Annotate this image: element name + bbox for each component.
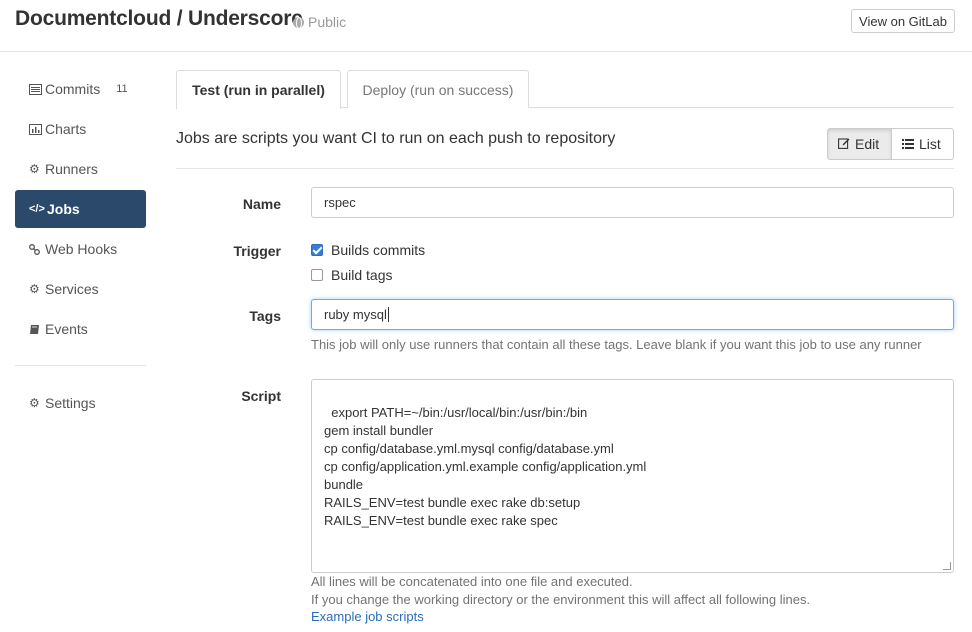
builds-commits-label[interactable]: Builds commits — [331, 242, 425, 258]
sidebar-item-events[interactable]: Events — [15, 310, 146, 348]
resize-handle[interactable] — [943, 562, 951, 570]
sidebar-item-label: Jobs — [47, 201, 80, 217]
link-icon — [29, 243, 45, 255]
globe-icon — [293, 16, 304, 29]
sidebar-item-commits[interactable]: Commits 11 — [15, 70, 146, 108]
sidebar-item-services[interactable]: ⚙ Services — [15, 270, 146, 308]
sidebar-item-label: Services — [45, 281, 99, 297]
book-icon — [29, 324, 45, 335]
list-icon — [902, 136, 914, 152]
view-toggle: Edit List — [827, 128, 954, 160]
bar-chart-icon — [29, 123, 45, 135]
list-label: List — [919, 136, 941, 152]
tags-value: ruby mysql — [324, 307, 387, 322]
sidebar-item-jobs[interactable]: </> Jobs — [15, 190, 146, 228]
sidebar-item-runners[interactable]: ⚙ Runners — [15, 150, 146, 188]
view-on-gitlab-button[interactable]: View on GitLab — [851, 9, 955, 33]
sidebar-item-label: Settings — [45, 395, 96, 411]
list-button[interactable]: List — [892, 128, 954, 160]
builds-commits-option[interactable]: Builds commits — [311, 242, 425, 258]
build-tags-label[interactable]: Build tags — [331, 267, 392, 283]
name-value: rspec — [324, 195, 356, 210]
build-tags-option[interactable]: Build tags — [311, 267, 392, 283]
sidebar-item-charts[interactable]: Charts — [15, 110, 146, 148]
text-caret — [387, 307, 389, 322]
gear-icon: ⚙ — [29, 282, 40, 296]
page-heading: Jobs are scripts you want CI to run on e… — [176, 130, 616, 147]
name-input[interactable]: rspec — [311, 187, 954, 218]
edit-label: Edit — [855, 136, 880, 152]
heading-divider — [176, 168, 954, 169]
commits-count: 11 — [116, 83, 128, 95]
tags-input[interactable]: ruby mysql — [311, 299, 954, 330]
tags-help-text: This job will only use runners that cont… — [311, 337, 922, 352]
script-textarea[interactable]: export PATH=~/bin:/usr/local/bin:/usr/bi… — [311, 379, 954, 573]
sidebar-item-web-hooks[interactable]: Web Hooks — [15, 230, 146, 268]
visibility-label: Public — [308, 14, 347, 30]
script-help-text-2: If you change the working directory or t… — [311, 592, 811, 607]
sidebar-item-label: Web Hooks — [45, 241, 118, 257]
script-help-text-1: All lines will be concatenated into one … — [311, 574, 633, 589]
sidebar-item-label: Charts — [45, 121, 87, 137]
script-label: Script — [241, 388, 281, 404]
tab-test[interactable]: Test (run in parallel) — [176, 70, 341, 109]
visibility-badge: Public — [293, 14, 346, 30]
list-icon — [29, 83, 45, 95]
edit-button[interactable]: Edit — [827, 128, 892, 160]
example-job-scripts-link[interactable]: Example job scripts — [311, 609, 424, 624]
name-label: Name — [242, 196, 281, 212]
page-header: Documentcloud / Underscore Public View o… — [0, 0, 972, 52]
gears-icon: ⚙ — [29, 396, 40, 410]
script-value: export PATH=~/bin:/usr/local/bin:/usr/bi… — [324, 405, 647, 528]
builds-commits-checkbox[interactable] — [311, 244, 323, 256]
sidebar-item-settings[interactable]: ⚙ Settings — [15, 384, 146, 422]
job-type-tabs: Test (run in parallel) Deploy (run on su… — [176, 70, 954, 109]
tags-label: Tags — [249, 308, 281, 324]
tab-deploy[interactable]: Deploy (run on success) — [347, 70, 529, 108]
sidebar-item-label: Runners — [45, 161, 98, 177]
sidebar-item-label: Commits — [45, 81, 101, 97]
gear-icon: ⚙ — [29, 162, 40, 176]
trigger-label: Trigger — [233, 243, 281, 259]
project-title[interactable]: Documentcloud / Underscore — [15, 7, 303, 31]
edit-icon — [838, 136, 850, 152]
build-tags-checkbox[interactable] — [311, 269, 323, 281]
sidebar-item-label: Events — [45, 321, 88, 337]
sidebar-divider — [15, 365, 146, 366]
code-icon: </> — [29, 203, 45, 215]
